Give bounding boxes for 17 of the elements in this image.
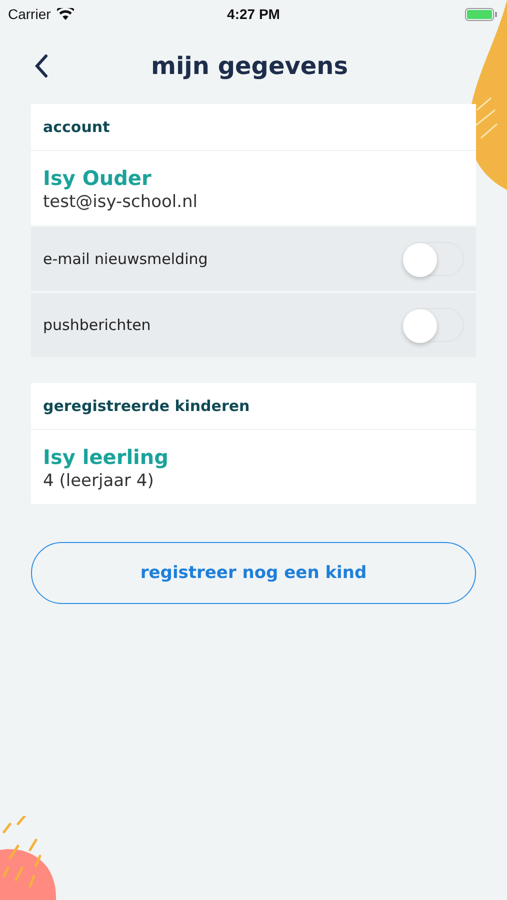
toggle-switch[interactable] <box>404 308 464 342</box>
person-detail: 4 (leerjaar 4) <box>43 471 155 491</box>
toggle-switch[interactable] <box>404 242 464 276</box>
person-name: Isy leerling <box>43 445 170 469</box>
person-name: Isy Ouder <box>43 166 152 190</box>
person-detail: test@isy-school.nl <box>43 192 199 212</box>
status-time: 4:27 PM <box>227 6 280 22</box>
section-heading: geregistreerde kinderen <box>43 397 250 415</box>
register-child-button[interactable]: registreer nog een kind <box>31 542 476 604</box>
section-heading: account <box>43 118 110 136</box>
back-icon <box>34 54 48 78</box>
wifi-icon <box>56 8 74 20</box>
toggle-label: e-mail nieuwsmelding <box>43 250 209 268</box>
toggle-label: pushberichten <box>43 316 152 334</box>
battery-icon <box>465 8 500 20</box>
carrier-label: Carrier <box>8 6 51 22</box>
page-title: mijn gegevens <box>150 52 350 80</box>
